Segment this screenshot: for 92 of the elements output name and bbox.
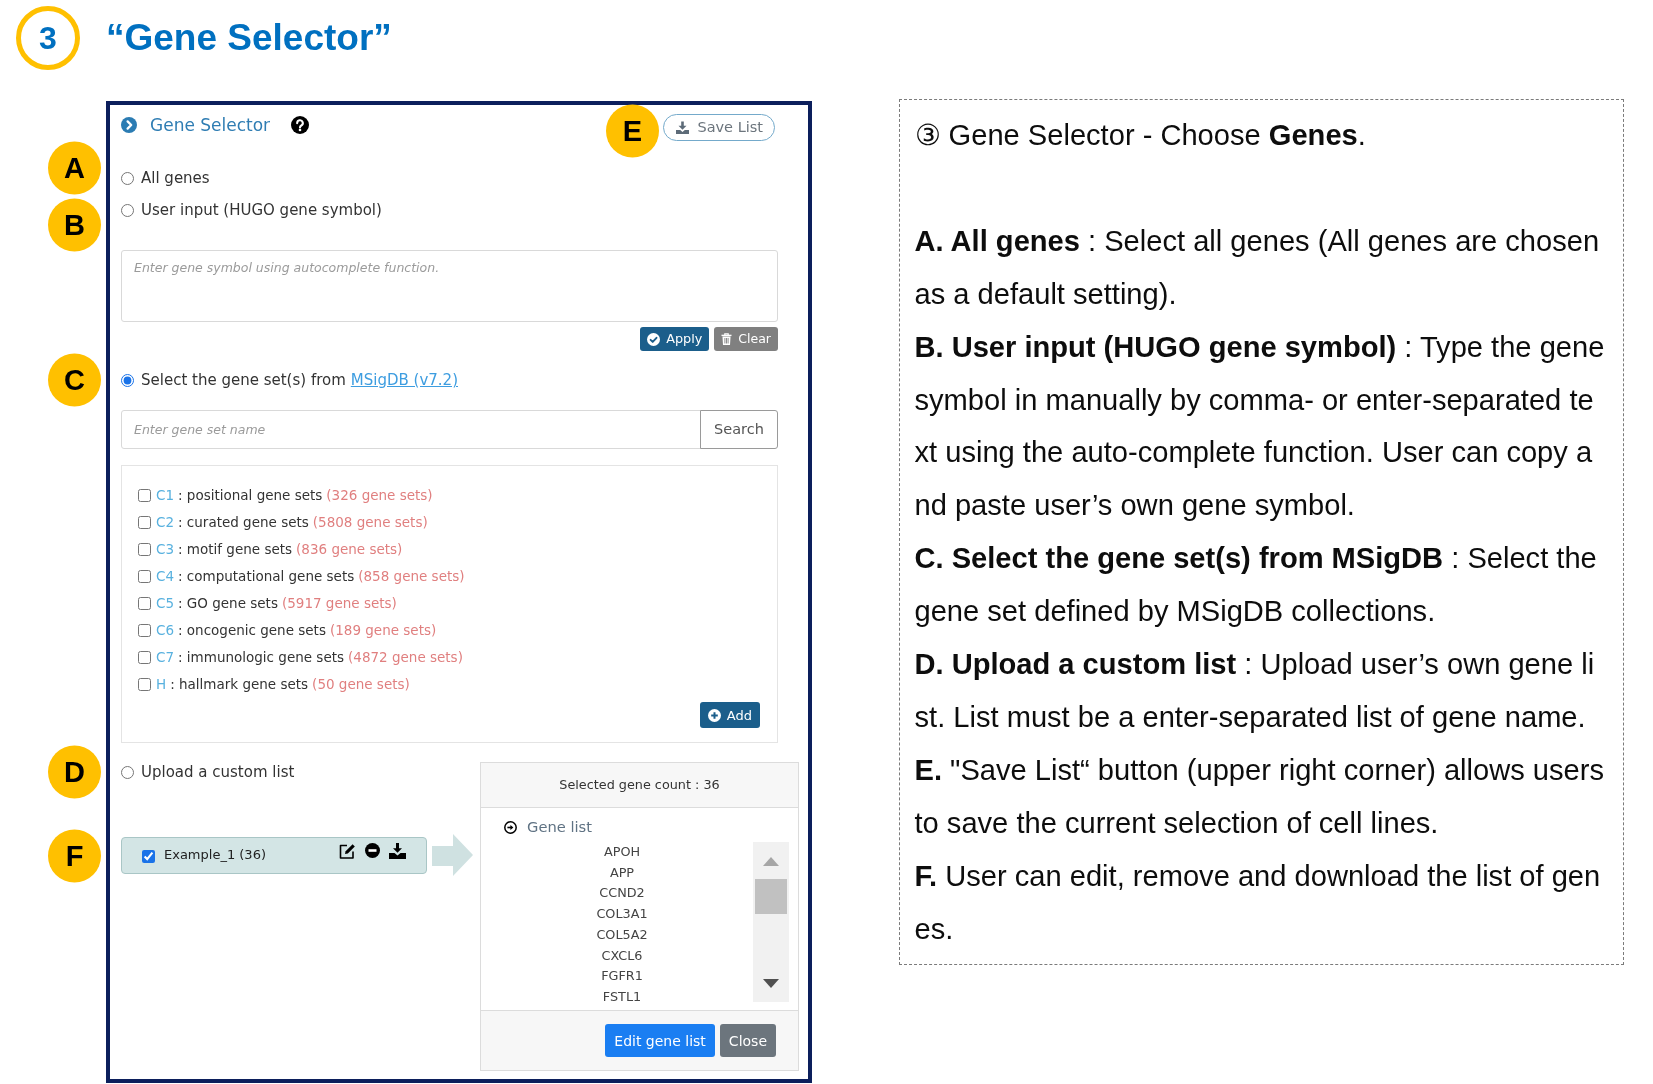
trash-icon bbox=[721, 333, 733, 345]
annotation-marker: C bbox=[48, 353, 101, 407]
download-icon[interactable] bbox=[389, 842, 406, 859]
checkbox[interactable] bbox=[142, 849, 155, 863]
list-name: Example_1 (36) bbox=[164, 846, 266, 865]
gene-list-item: APP bbox=[609, 863, 635, 882]
gene-list-item: CCND2 bbox=[599, 884, 645, 903]
radio-button[interactable] bbox=[121, 203, 134, 217]
chevron-circle-icon[interactable] bbox=[121, 117, 137, 133]
description-paragraph: A. All genes : Select all genes (All genes are chosen as a default setting). bbox=[914, 223, 1601, 312]
collection-code-link[interactable]: C3 bbox=[156, 539, 174, 560]
description-paragraph: B. User input (HUGO gene symbol) : Type the gene symbol in manually by comma- or enter-separated text using the auto-complete function. User can copy and paste user’s own gene symbol. bbox=[914, 329, 1606, 524]
collection-code-link[interactable]: C6 bbox=[156, 620, 174, 641]
edit-icon[interactable] bbox=[339, 842, 356, 859]
search-button[interactable]: Search bbox=[700, 410, 778, 449]
gene-set-count: (836 gene sets) bbox=[296, 540, 403, 560]
collection-code-link[interactable]: C2 bbox=[156, 512, 174, 533]
gene-set-count: (189 gene sets) bbox=[329, 621, 437, 641]
collection-code-link[interactable]: C5 bbox=[156, 593, 174, 614]
scrollbar-thumb[interactable] bbox=[755, 879, 787, 914]
collection-name: : oncogenic gene sets bbox=[178, 621, 326, 641]
collection-code-link[interactable]: H bbox=[156, 674, 167, 695]
gene-set-count: (50 gene sets) bbox=[312, 675, 410, 695]
annotation-marker: A bbox=[48, 141, 101, 195]
annotation-marker: E bbox=[605, 104, 659, 157]
checkbox[interactable] bbox=[138, 570, 151, 583]
collection-name: : computational gene sets bbox=[178, 567, 355, 587]
step-number: 3 bbox=[16, 6, 80, 70]
gene-list-item: COL3A1 bbox=[596, 905, 648, 924]
gene-set-count: (5808 gene sets) bbox=[312, 513, 428, 533]
close-button[interactable]: Close bbox=[719, 1024, 776, 1057]
gene-list-title[interactable]: Gene list bbox=[527, 815, 592, 838]
gene-list-item: FSTL1 bbox=[602, 987, 642, 1002]
clear-button[interactable]: Clear bbox=[714, 327, 778, 351]
custom-list-item[interactable]: Example_1 (36) bbox=[121, 836, 427, 874]
checkbox[interactable] bbox=[138, 597, 151, 610]
gene-set-count: (858 gene sets) bbox=[358, 567, 465, 587]
edit-gene-list-button[interactable]: Edit gene list bbox=[605, 1024, 715, 1057]
plus-circle-icon bbox=[707, 708, 721, 722]
gene-list-item: FGFR1 bbox=[601, 967, 643, 986]
save-list-button[interactable]: Save List bbox=[663, 114, 775, 141]
collection-name: : immunologic gene sets bbox=[178, 648, 345, 668]
collection-name: : hallmark gene sets bbox=[170, 675, 309, 695]
collection-name: : motif gene sets bbox=[178, 540, 293, 560]
gene-set-search-field[interactable]: Enter gene set name bbox=[121, 410, 701, 449]
collection-code-link[interactable]: C7 bbox=[156, 647, 174, 668]
checkbox[interactable] bbox=[138, 489, 151, 502]
checkbox[interactable] bbox=[138, 516, 151, 529]
annotation-marker: D bbox=[48, 745, 101, 799]
add-button[interactable]: Add bbox=[699, 702, 760, 728]
gene-list-item: COL5A2 bbox=[596, 925, 648, 944]
collection-code-link[interactable]: C1 bbox=[156, 485, 174, 506]
option-label: Upload a custom list bbox=[141, 762, 295, 782]
collection-name: : curated gene sets bbox=[178, 513, 309, 533]
scroll-down-icon[interactable] bbox=[763, 979, 779, 988]
description-paragraph: E. "Save List“ button (upper right corner) allows users to save the current selection of cell lines. bbox=[914, 752, 1605, 841]
gene-symbol-input[interactable]: Enter gene symbol using autocomplete function. bbox=[121, 250, 778, 322]
radio-button[interactable] bbox=[121, 171, 134, 185]
option-label: Select the gene set(s) from bbox=[141, 370, 346, 390]
option-label: All genes bbox=[141, 168, 210, 188]
right-arrow-icon bbox=[432, 834, 473, 876]
option-label: User input (HUGO gene symbol) bbox=[141, 200, 382, 220]
annotation-marker: B bbox=[48, 198, 101, 252]
description-paragraph: F. User can edit, remove and download the list of genes. bbox=[914, 858, 1602, 947]
radio-button[interactable] bbox=[121, 373, 134, 387]
msigdb-link[interactable]: MSigDB (v7.2) bbox=[350, 370, 458, 390]
radio-button[interactable] bbox=[121, 765, 134, 779]
collection-name: : positional gene sets bbox=[178, 486, 323, 506]
description-heading: ③ Gene Selector - Choose Genes. bbox=[914, 118, 1367, 153]
checkbox[interactable] bbox=[138, 543, 151, 556]
download-icon bbox=[676, 121, 690, 134]
gene-list-item: CXCL6 bbox=[601, 946, 643, 965]
gene-count-header: Selected gene count : 36 bbox=[481, 763, 798, 808]
collection-code-link[interactable]: C4 bbox=[156, 566, 174, 587]
description-paragraph: C. Select the gene set(s) from MSigDB : Select the gene set defined by MSigDB collections. bbox=[914, 541, 1598, 630]
gene-set-count: (4872 gene sets) bbox=[348, 648, 463, 668]
minus-circle-icon[interactable] bbox=[365, 843, 380, 858]
checkbox[interactable] bbox=[138, 624, 151, 637]
gene-set-count: (5917 gene sets) bbox=[281, 594, 397, 614]
checkbox[interactable] bbox=[138, 678, 151, 691]
annotation-marker: F bbox=[48, 829, 101, 883]
panel-title: Gene Selector bbox=[150, 114, 271, 136]
scrollbar[interactable] bbox=[753, 842, 789, 1002]
gene-list-item: APOH bbox=[603, 843, 641, 861]
apply-button[interactable]: Apply bbox=[640, 327, 710, 351]
description-paragraph: D. Upload a custom list : Upload user’s own gene list. List must be a enter-separated list of gene name. bbox=[914, 647, 1596, 735]
page-title: “Gene Selector” bbox=[106, 15, 392, 60]
collection-name: : GO gene sets bbox=[178, 594, 278, 614]
check-circle-icon bbox=[647, 332, 661, 346]
help-icon[interactable] bbox=[291, 116, 310, 134]
gene-set-count: (326 gene sets) bbox=[326, 486, 433, 506]
checkbox[interactable] bbox=[138, 651, 151, 664]
